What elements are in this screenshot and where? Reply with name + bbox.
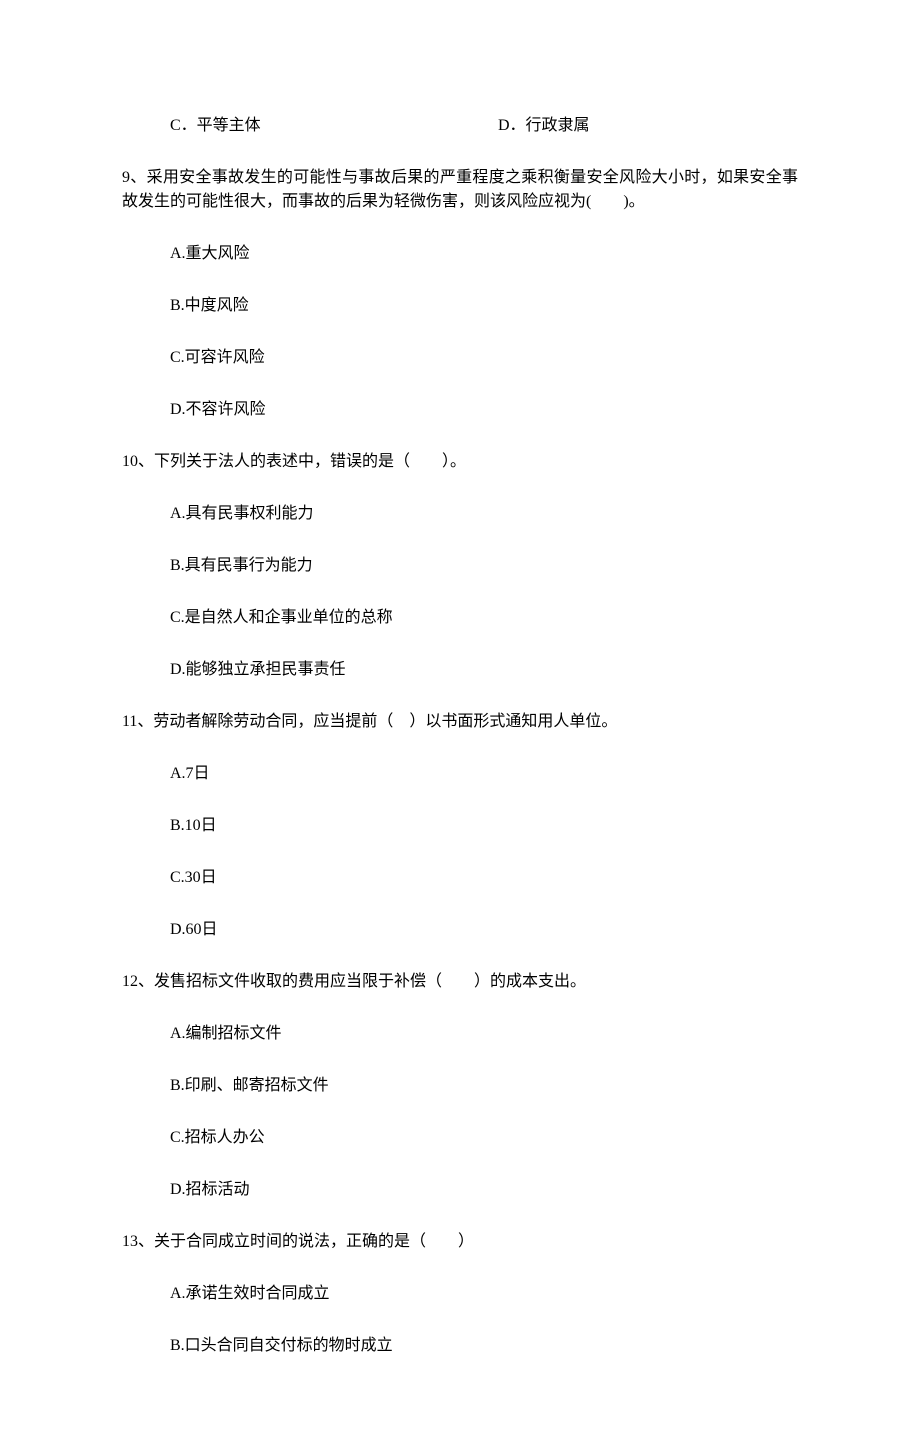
q10-option-b: B.具有民事行为能力 (122, 554, 798, 578)
q10-option-d: D.能够独立承担民事责任 (122, 658, 798, 682)
q11-option-c: C.30日 (122, 866, 798, 890)
q10-stem: 10、下列关于法人的表述中，错误的是（ ）。 (122, 450, 798, 474)
q13-stem: 13、关于合同成立时间的说法，正确的是（ ） (122, 1230, 798, 1254)
q12-option-c: C.招标人办公 (122, 1126, 798, 1150)
q10-option-c: C.是自然人和企事业单位的总称 (122, 606, 798, 630)
q12-option-d: D.招标活动 (122, 1178, 798, 1202)
q8-option-c: C．平等主体 (170, 114, 498, 138)
q13-option-b: B.口头合同自交付标的物时成立 (122, 1334, 798, 1358)
q12-stem: 12、发售招标文件收取的费用应当限于补偿（ ）的成本支出。 (122, 970, 798, 994)
q10-option-a: A.具有民事权利能力 (122, 502, 798, 526)
q11-stem: 11、劳动者解除劳动合同，应当提前（ ）以书面形式通知用人单位。 (122, 710, 798, 734)
q9-option-c: C.可容许风险 (122, 346, 798, 370)
q9-option-d: D.不容许风险 (122, 398, 798, 422)
q13-option-a: A.承诺生效时合同成立 (122, 1282, 798, 1306)
q9-stem: 9、采用安全事故发生的可能性与事故后果的严重程度之乘积衡量安全风险大小时，如果安… (122, 166, 798, 214)
q9-option-b: B.中度风险 (122, 294, 798, 318)
q8-option-d: D．行政隶属 (498, 114, 590, 138)
q12-option-a: A.编制招标文件 (122, 1022, 798, 1046)
q11-option-a: A.7日 (122, 762, 798, 786)
q11-option-d: D.60日 (122, 918, 798, 942)
q8-options-row: C．平等主体 D．行政隶属 (122, 114, 798, 138)
q11-option-b: B.10日 (122, 814, 798, 838)
q9-option-a: A.重大风险 (122, 242, 798, 266)
q12-option-b: B.印刷、邮寄招标文件 (122, 1074, 798, 1098)
